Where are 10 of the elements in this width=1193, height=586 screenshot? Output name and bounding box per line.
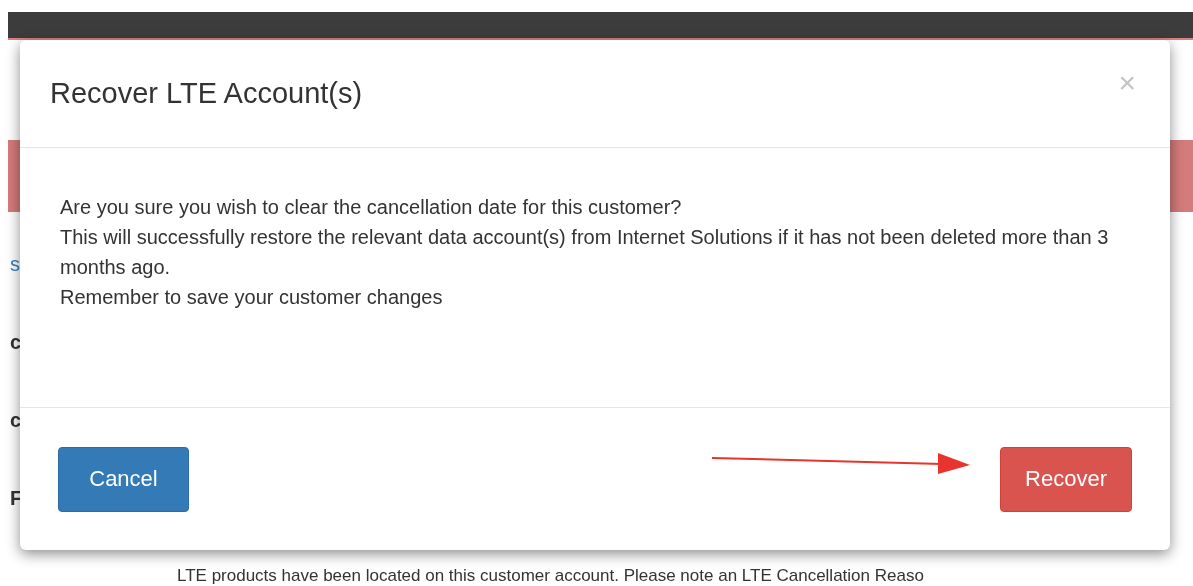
modal-title: Recover LTE Account(s) — [50, 77, 363, 110]
label-fragment: c — [10, 410, 22, 430]
message-text: This will successfully restore the relevant data account(s) from Internet Solutions if it has not been deleted more than 3 months ago. — [60, 225, 1110, 280]
message-text: Are you sure you wish to clear the cancellation date for this customer? — [60, 195, 683, 220]
message-text: Remember to save your customer changes — [60, 285, 444, 310]
cancel-button[interactable]: Cancel — [58, 446, 189, 512]
notice-text: LTE products have been located on this customer account. Please note an LTE Cancellation Reaso — [177, 566, 924, 586]
label-fragment: c — [10, 332, 22, 352]
recover-button[interactable]: Recover — [1000, 446, 1132, 512]
link-fragment[interactable]: s — [10, 254, 20, 274]
